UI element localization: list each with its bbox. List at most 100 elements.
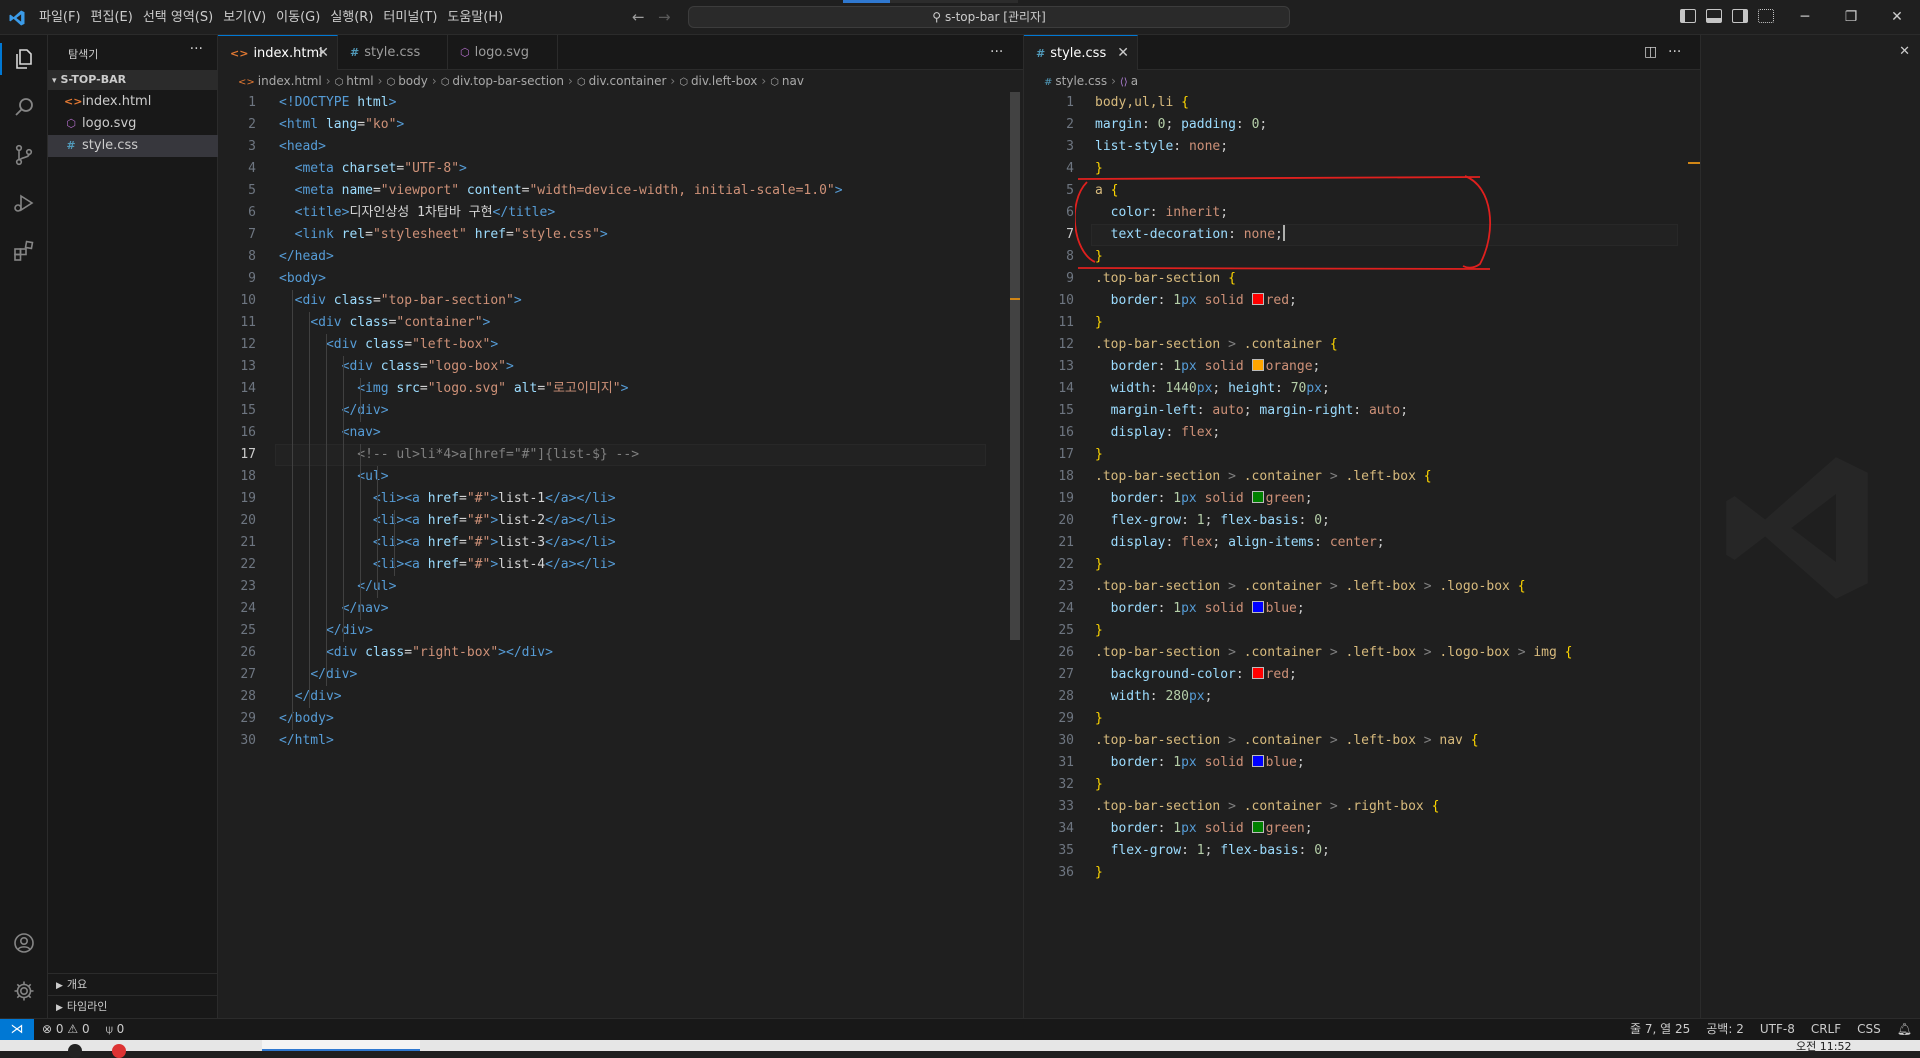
color-swatch[interactable]	[1251, 821, 1264, 833]
code-token: >	[490, 491, 499, 506]
run-debug-icon[interactable]	[12, 191, 36, 215]
tab-logo-svg[interactable]: ⬡ logo.svg	[448, 35, 558, 70]
line-number: 11	[1058, 315, 1074, 330]
breadcrumb-item[interactable]: # style.css	[1044, 70, 1107, 94]
right-scrollbar[interactable]	[1686, 92, 1700, 1018]
color-swatch[interactable]	[1251, 293, 1264, 305]
breadcrumb-item[interactable]: <> index.html	[238, 70, 322, 94]
explorer-icon[interactable]	[12, 47, 36, 71]
close-secondary-sidebar-icon[interactable]: ✕	[1899, 44, 1910, 59]
color-swatch[interactable]	[1251, 359, 1264, 371]
taskbar-vscode-button[interactable]	[262, 1040, 420, 1051]
outline-section[interactable]: ▶ 개요	[48, 973, 218, 996]
close-tab-icon[interactable]: ✕	[317, 36, 329, 71]
tab-index-html[interactable]: <> index.html ✕	[218, 35, 338, 70]
account-icon[interactable]	[12, 931, 36, 955]
breadcrumb-item[interactable]: ⬡ body	[386, 70, 427, 94]
code-token: flex	[1181, 425, 1213, 440]
code-token: .right-box	[1345, 799, 1432, 814]
code-token: <li><a	[372, 557, 428, 572]
ports-indicator[interactable]: ⍦ 0	[106, 1019, 125, 1040]
menu-item[interactable]: 파일(F)	[34, 0, 86, 35]
breadcrumb-label: body	[398, 74, 428, 88]
code-token: </div>	[341, 403, 389, 418]
breadcrumb-item[interactable]: ⟨⟩ a	[1120, 70, 1138, 94]
color-swatch[interactable]	[1251, 491, 1264, 503]
split-editor-icon[interactable]: ◫	[1644, 35, 1657, 70]
file-tree-item[interactable]: # style.css	[48, 135, 218, 157]
code-token: }	[1095, 447, 1103, 462]
code-token: .container	[1243, 645, 1330, 660]
right-editor-more-actions-icon[interactable]: ···	[1668, 35, 1681, 70]
line-number: 14	[240, 381, 256, 396]
code-token: "ko"	[365, 117, 397, 132]
code-text: </div>	[279, 400, 389, 422]
forward-arrow-icon[interactable]: →	[658, 8, 671, 26]
breadcrumb-item[interactable]: ⬡ div.container	[577, 70, 667, 94]
search-icon[interactable]	[12, 95, 36, 119]
breadcrumb-item[interactable]: ⬡ div.top-bar-section	[441, 70, 564, 94]
menu-item[interactable]: 편집(E)	[86, 0, 138, 35]
file-tree-item[interactable]: <>index.html	[48, 91, 218, 113]
code-token: green	[1265, 821, 1305, 836]
code-token: none	[1188, 139, 1221, 154]
taskbar-app-icon[interactable]	[68, 1044, 82, 1058]
taskbar-app-icon[interactable]	[112, 1044, 126, 1058]
menu-item[interactable]: 실행(R)	[325, 0, 378, 35]
breadcrumb-item[interactable]: ⬡ html	[335, 70, 374, 94]
color-swatch[interactable]	[1251, 667, 1264, 679]
code-token: <div	[341, 359, 381, 374]
notifications-bell-icon[interactable]: 🔔︎	[1897, 1019, 1912, 1040]
line-number: 10	[240, 293, 256, 308]
back-arrow-icon[interactable]: ←	[632, 8, 645, 26]
code-token: href	[427, 557, 460, 572]
color-swatch[interactable]	[1251, 601, 1264, 613]
remote-indicator-icon[interactable]: ⋊	[0, 1019, 34, 1040]
source-control-icon[interactable]	[12, 143, 36, 167]
close-window-icon[interactable]: ✕	[1874, 0, 1920, 35]
code-token: =	[404, 645, 413, 660]
cursor-position[interactable]: 줄 7, 열 25	[1630, 1019, 1690, 1040]
menu-item[interactable]: 선택 영역(S)	[138, 0, 218, 35]
code-token: </a></li>	[545, 535, 616, 550]
css-file-icon: #	[350, 46, 360, 59]
toggle-panel-icon[interactable]	[1706, 9, 1722, 23]
code-token: =	[372, 183, 381, 198]
breadcrumb-item[interactable]: ⬡ div.left-box	[679, 70, 757, 94]
menu-item[interactable]: 도움말(H)	[442, 0, 508, 35]
minimize-icon[interactable]: ─	[1782, 0, 1828, 35]
timeline-section[interactable]: ▶ 타임라인	[48, 995, 218, 1018]
menu-item[interactable]: 보기(V)	[218, 0, 271, 35]
editor-more-actions-icon[interactable]: ···	[990, 35, 1003, 70]
end-of-line[interactable]: CRLF	[1811, 1019, 1841, 1040]
menu-item[interactable]: 터미널(T)	[378, 0, 442, 35]
command-center-search[interactable]: ⚲ s-top-bar [관리자]	[688, 6, 1290, 28]
toggle-primary-sidebar-icon[interactable]	[1680, 9, 1696, 23]
left-code-editor[interactable]: 1 <!DOCTYPE html> 2 <html lang="ko"> 3 <head>…	[218, 92, 1023, 1018]
color-swatch[interactable]	[1251, 755, 1264, 767]
workspace-folder[interactable]: ▾ S-TOP-BAR	[48, 70, 218, 90]
problems-indicator[interactable]: ⊗ 0 ⚠ 0	[42, 1019, 90, 1040]
file-tree-item[interactable]: ⬡ logo.svg	[48, 113, 218, 135]
extensions-icon[interactable]	[12, 239, 36, 263]
code-token: =	[404, 337, 413, 352]
language-mode[interactable]: CSS	[1857, 1019, 1881, 1040]
code-token: </nav>	[341, 601, 389, 616]
encoding[interactable]: UTF-8	[1760, 1019, 1795, 1040]
close-tab-icon[interactable]: ✕	[1117, 36, 1129, 71]
menu-item[interactable]: 이동(G)	[271, 0, 325, 35]
restore-icon[interactable]: ❐	[1828, 0, 1874, 35]
settings-gear-icon[interactable]	[12, 979, 36, 1003]
left-scrollbar-thumb[interactable]	[1010, 92, 1020, 640]
tab-style-css-right[interactable]: # style.css ✕	[1024, 35, 1138, 70]
customize-layout-icon[interactable]	[1758, 9, 1774, 23]
tab-style-css[interactable]: # style.css	[338, 35, 448, 70]
indentation[interactable]: 공백: 2	[1706, 1019, 1744, 1040]
breadcrumb-item[interactable]: ⬡ nav	[770, 70, 804, 94]
more-actions-icon[interactable]: ···	[190, 41, 203, 57]
toggle-secondary-sidebar-icon[interactable]	[1732, 9, 1748, 23]
